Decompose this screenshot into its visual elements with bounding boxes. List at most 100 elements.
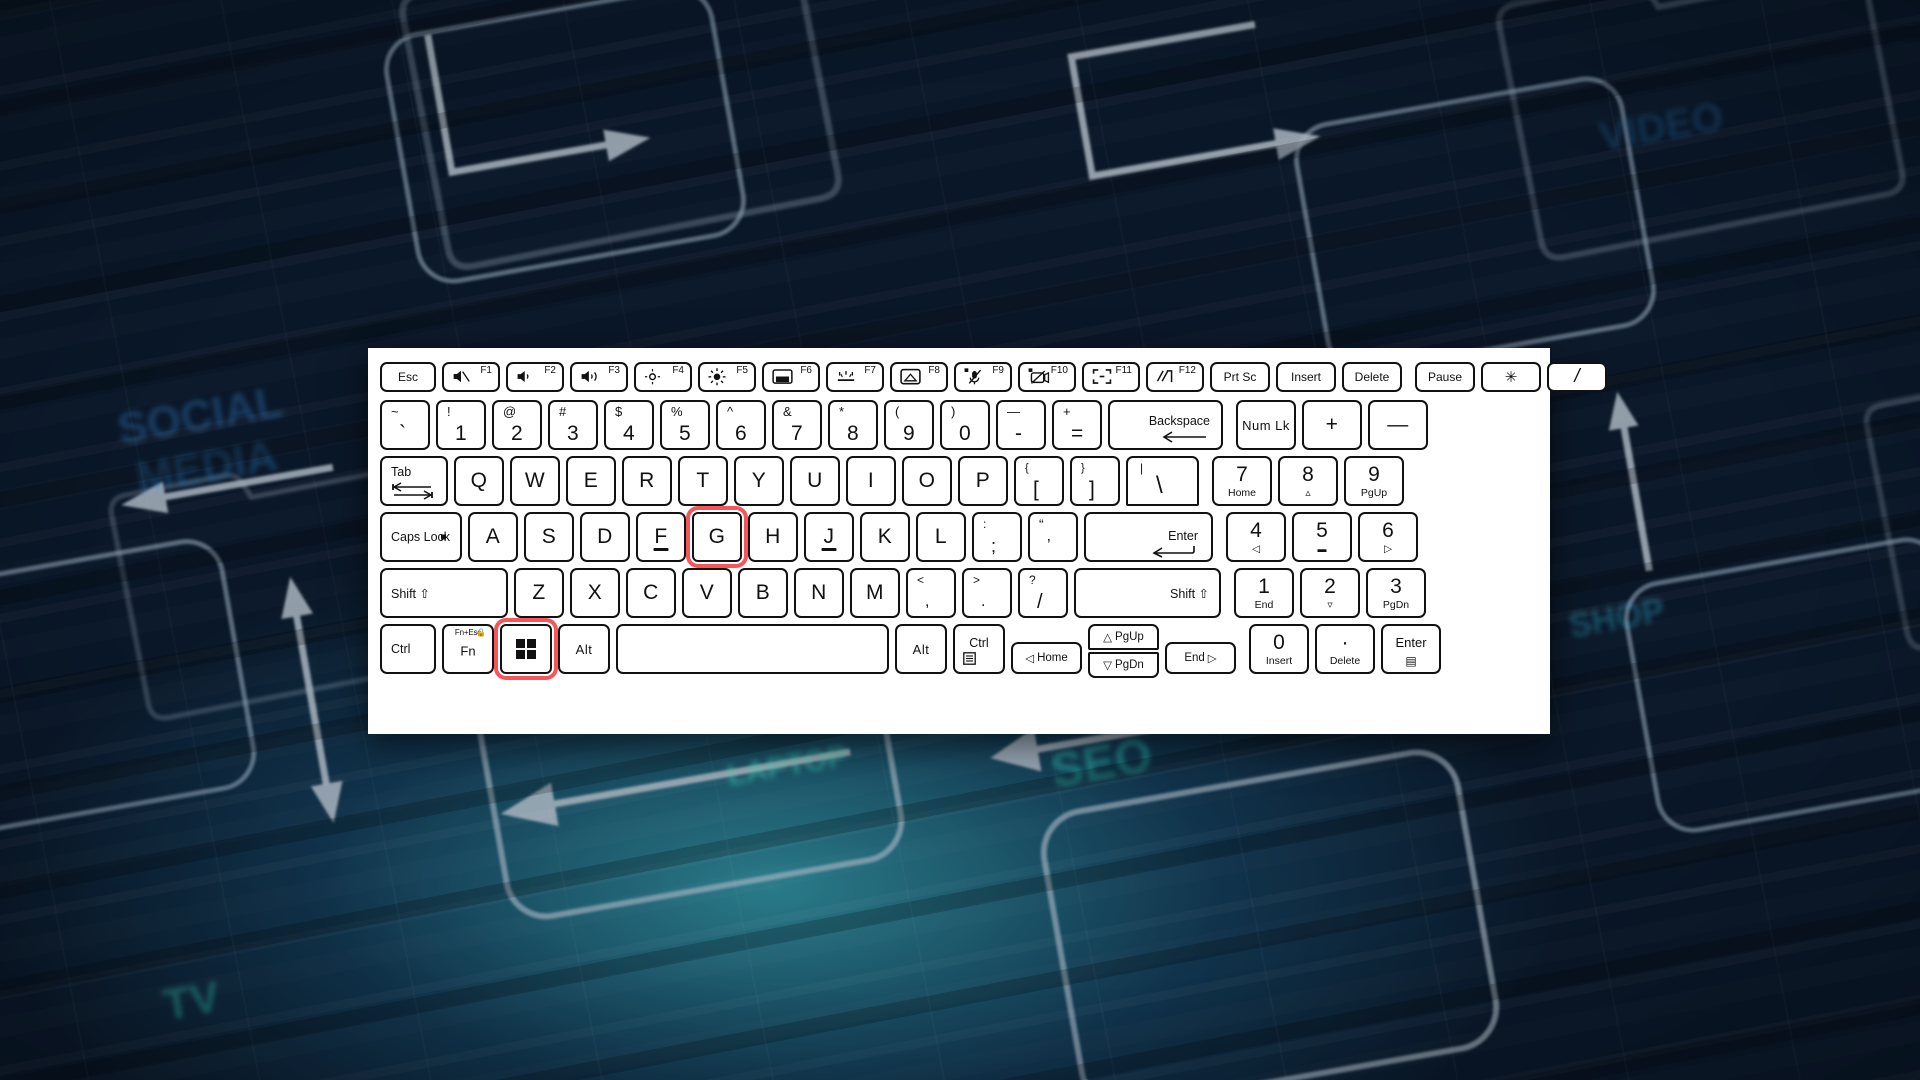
key-a[interactable]: A bbox=[468, 512, 518, 562]
key-enter[interactable]: Enter bbox=[1084, 512, 1213, 562]
key-b[interactable]: B bbox=[738, 568, 788, 618]
key-left-ctrl[interactable]: Ctrl bbox=[380, 624, 436, 674]
key-numlock[interactable]: Num Lk bbox=[1236, 400, 1296, 450]
key-pause[interactable]: Pause bbox=[1415, 362, 1475, 392]
key-home[interactable]: ◁ Home bbox=[1011, 642, 1082, 674]
key-q[interactable]: Q bbox=[454, 456, 504, 506]
key-o[interactable]: O bbox=[902, 456, 952, 506]
key-f1[interactable]: F1 bbox=[442, 362, 500, 392]
key-windows[interactable] bbox=[493, 617, 559, 681]
key-numpad-4[interactable]: 4 ◁ bbox=[1226, 512, 1286, 562]
key-period[interactable]: > . bbox=[962, 568, 1012, 618]
key-2[interactable]: @ 2 bbox=[492, 400, 542, 450]
key-f5[interactable]: F5 bbox=[698, 362, 756, 392]
key-u[interactable]: U bbox=[790, 456, 840, 506]
key-4[interactable]: $ 4 bbox=[604, 400, 654, 450]
key-numpad-enter[interactable]: Enter ▤ bbox=[1381, 624, 1441, 674]
key-f9[interactable]: F9 bbox=[954, 362, 1012, 392]
key-slash[interactable]: ? / bbox=[1018, 568, 1068, 618]
key-capslock[interactable]: Caps Lock bbox=[380, 512, 462, 562]
key-numpad-plus[interactable]: + bbox=[1302, 400, 1362, 450]
key-prtsc[interactable]: Prt Sc bbox=[1210, 362, 1270, 392]
key-6[interactable]: ^ 6 bbox=[716, 400, 766, 450]
key-quote[interactable]: “ ’ bbox=[1028, 512, 1078, 562]
key-numpad-5[interactable]: 5 ▬ bbox=[1292, 512, 1352, 562]
key-numpad-3-sub: PgDn bbox=[1382, 598, 1410, 611]
key-numpad-7[interactable]: 7 Home bbox=[1212, 456, 1272, 506]
key-right-bracket[interactable]: } ] bbox=[1070, 456, 1120, 506]
key-l-label: L bbox=[934, 525, 948, 548]
key-space[interactable] bbox=[616, 624, 889, 674]
key-0[interactable]: ) 0 bbox=[940, 400, 990, 450]
key-comma[interactable]: < , bbox=[906, 568, 956, 618]
key-t[interactable]: T bbox=[678, 456, 728, 506]
key-fn[interactable]: Fn+Esc 🔒 Fn bbox=[442, 624, 494, 674]
key-5[interactable]: % 5 bbox=[660, 400, 710, 450]
key-7[interactable]: & 7 bbox=[772, 400, 822, 450]
key-k[interactable]: K bbox=[860, 512, 910, 562]
key-numpad-0[interactable]: 0 Insert bbox=[1249, 624, 1309, 674]
key-numpad-8[interactable]: 8 ▵ bbox=[1278, 456, 1338, 506]
key-pageup[interactable]: △ PgUp bbox=[1088, 624, 1159, 650]
key-f8[interactable]: F8 bbox=[890, 362, 948, 392]
key-f6[interactable]: F6 bbox=[762, 362, 820, 392]
key-end[interactable]: End ▷ bbox=[1165, 642, 1236, 674]
key-numpad-divide[interactable]: / bbox=[1547, 362, 1607, 392]
key-backtick[interactable]: ~ ` bbox=[380, 400, 430, 450]
key-e[interactable]: E bbox=[566, 456, 616, 506]
key-c[interactable]: C bbox=[626, 568, 676, 618]
key-pagedown[interactable]: ▽ PgDn bbox=[1088, 652, 1159, 678]
key-numpad-9[interactable]: 9 PgUp bbox=[1344, 456, 1404, 506]
key-j[interactable]: J bbox=[804, 512, 854, 562]
key-z[interactable]: Z bbox=[514, 568, 564, 618]
key-l[interactable]: L bbox=[916, 512, 966, 562]
key-r[interactable]: R bbox=[622, 456, 672, 506]
key-right-shift[interactable]: Shift ⇧ bbox=[1074, 568, 1221, 618]
key-semicolon[interactable]: : ; bbox=[972, 512, 1022, 562]
key-f2[interactable]: F2 bbox=[506, 362, 564, 392]
key-minus[interactable]: — - bbox=[996, 400, 1046, 450]
key-i[interactable]: I bbox=[846, 456, 896, 506]
key-3[interactable]: # 3 bbox=[548, 400, 598, 450]
key-s[interactable]: S bbox=[524, 512, 574, 562]
key-h[interactable]: H bbox=[748, 512, 798, 562]
key-tab[interactable]: Tab bbox=[380, 456, 448, 506]
key-f7[interactable]: F7 bbox=[826, 362, 884, 392]
key-numpad-minus[interactable]: — bbox=[1368, 400, 1428, 450]
key-f10[interactable]: F10 bbox=[1018, 362, 1076, 392]
key-left-shift[interactable]: Shift ⇧ bbox=[380, 568, 508, 618]
key-backslash[interactable]: | \ bbox=[1126, 456, 1199, 506]
key-delete[interactable]: Delete bbox=[1342, 362, 1402, 392]
key-w[interactable]: W bbox=[510, 456, 560, 506]
key-esc[interactable]: Esc bbox=[380, 362, 436, 392]
key-8[interactable]: * 8 bbox=[828, 400, 878, 450]
key-p[interactable]: P bbox=[958, 456, 1008, 506]
key-f3[interactable]: F3 bbox=[570, 362, 628, 392]
key-v[interactable]: V bbox=[682, 568, 732, 618]
key-insert[interactable]: Insert bbox=[1276, 362, 1336, 392]
key-1[interactable]: ! 1 bbox=[436, 400, 486, 450]
key-numpad-6[interactable]: 6 ▷ bbox=[1358, 512, 1418, 562]
key-f11[interactable]: F11 bbox=[1082, 362, 1140, 392]
key-numpad-3[interactable]: 3 PgDn bbox=[1366, 568, 1426, 618]
key-m[interactable]: M bbox=[850, 568, 900, 618]
key-x[interactable]: X bbox=[570, 568, 620, 618]
key-g[interactable]: G bbox=[685, 505, 749, 569]
key-equals[interactable]: + = bbox=[1052, 400, 1102, 450]
key-numpad-2[interactable]: 2 ▿ bbox=[1300, 568, 1360, 618]
key-left-alt[interactable]: Alt bbox=[558, 624, 610, 674]
key-y[interactable]: Y bbox=[734, 456, 784, 506]
key-right-alt[interactable]: Alt bbox=[895, 624, 947, 674]
key-backspace[interactable]: Backspace bbox=[1108, 400, 1223, 450]
key-left-bracket[interactable]: { [ bbox=[1014, 456, 1064, 506]
key-right-ctrl[interactable]: Ctrl bbox=[953, 624, 1005, 674]
key-numpad-1[interactable]: 1 End bbox=[1234, 568, 1294, 618]
key-f[interactable]: F bbox=[636, 512, 686, 562]
key-n[interactable]: N bbox=[794, 568, 844, 618]
key-9[interactable]: ( 9 bbox=[884, 400, 934, 450]
key-f12[interactable]: F12 bbox=[1146, 362, 1204, 392]
key-f4[interactable]: F4 bbox=[634, 362, 692, 392]
key-numpad-multiply[interactable]: ✳ bbox=[1481, 362, 1541, 392]
key-d[interactable]: D bbox=[580, 512, 630, 562]
key-numpad-decimal[interactable]: · Delete bbox=[1315, 624, 1375, 674]
